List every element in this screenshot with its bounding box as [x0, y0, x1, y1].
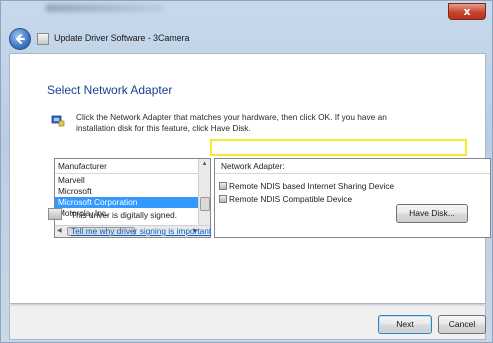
- page-title: Select Network Adapter: [47, 83, 173, 97]
- driver-signed-icon: [48, 208, 62, 220]
- adapter-label: Remote NDIS based Internet Sharing Devic…: [229, 181, 395, 191]
- title-bar: x: [1, 1, 493, 27]
- list-item[interactable]: Marvell: [55, 175, 200, 186]
- back-arrow-icon: [16, 34, 25, 44]
- adapter-label: Remote NDIS Compatible Device: [229, 194, 353, 204]
- cancel-button[interactable]: Cancel: [438, 315, 486, 334]
- list-item[interactable]: Remote NDIS based Internet Sharing Devic…: [219, 180, 394, 192]
- scroll-thumb[interactable]: [200, 197, 210, 211]
- list-item[interactable]: Remote NDIS Compatible Device: [219, 193, 352, 205]
- window-frame: x Update Driver Software - 3Camera Selec…: [0, 0, 493, 343]
- close-button[interactable]: x: [448, 3, 486, 20]
- instruction-text: Click the Network Adapter that matches y…: [76, 112, 387, 133]
- scroll-left-icon[interactable]: ◀: [57, 226, 62, 237]
- signature-status: This driver is digitally signed.: [71, 210, 178, 220]
- blurred-title: [45, 4, 165, 12]
- list-item-selected[interactable]: Microsoft Corporation: [55, 197, 200, 208]
- content-panel: Select Network Adapter Click the Network…: [9, 53, 491, 304]
- vertical-scrollbar[interactable]: ▲: [198, 159, 210, 226]
- adapter-icon: [219, 182, 227, 190]
- next-button[interactable]: Next: [378, 315, 432, 334]
- close-icon: x: [463, 5, 471, 18]
- manufacturer-header: Manufacturer: [55, 159, 210, 174]
- adapter-icon: [219, 195, 227, 203]
- wizard-nav-row: Update Driver Software - 3Camera: [9, 28, 486, 50]
- network-adapter-list[interactable]: Network Adapter: Remote NDIS based Inter…: [214, 158, 491, 238]
- list-item[interactable]: Microsoft: [55, 186, 200, 197]
- back-button[interactable]: [9, 28, 31, 50]
- highlight-annotation-box: [210, 139, 467, 156]
- wizard-title: Update Driver Software - 3Camera: [54, 33, 190, 43]
- device-icon: [37, 33, 49, 45]
- scroll-up-icon[interactable]: ▲: [199, 159, 210, 170]
- driver-signing-link[interactable]: Tell me why driver signing is important: [71, 226, 211, 236]
- adapter-header: Network Adapter:: [215, 159, 490, 174]
- have-disk-button[interactable]: Have Disk...: [396, 204, 468, 223]
- network-adapter-icon: [51, 115, 65, 127]
